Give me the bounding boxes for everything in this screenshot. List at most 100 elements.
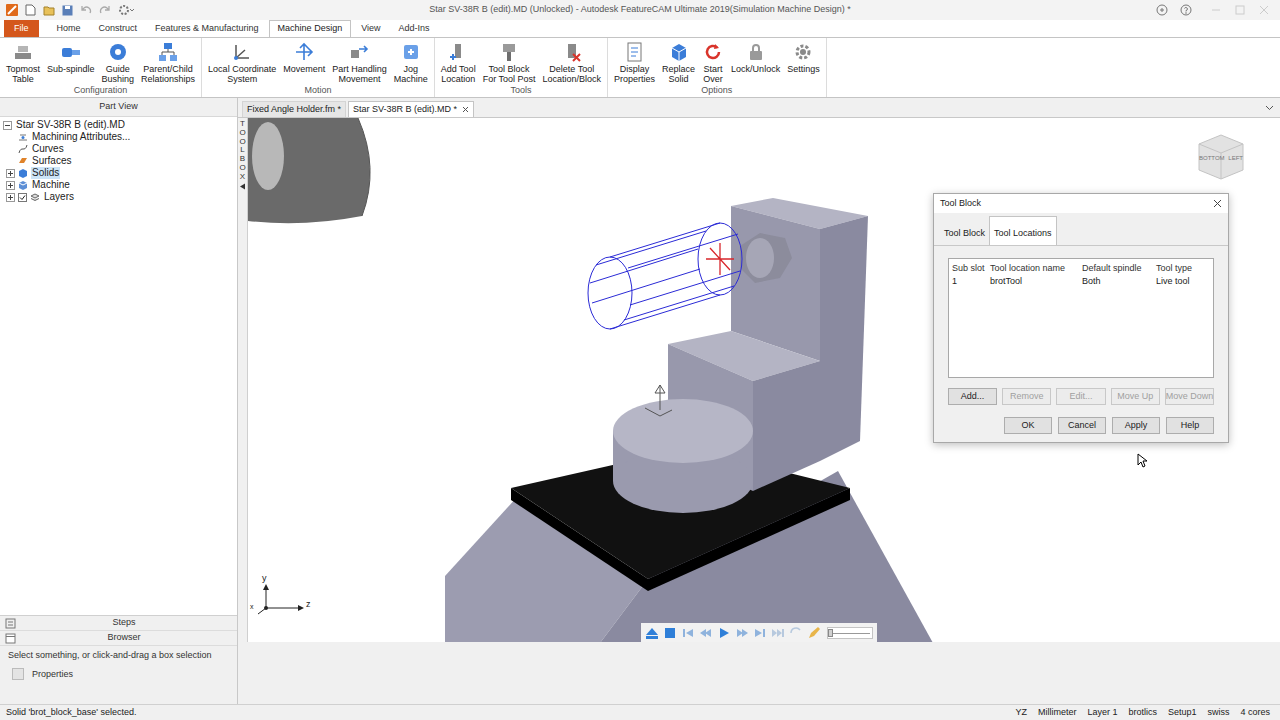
ribbon-button-label[interactable]: Table: [12, 74, 34, 84]
dialog-button[interactable]: Help: [1166, 417, 1214, 434]
ribbon-tab-face[interactable]: Add-Ins: [391, 20, 438, 37]
ribbon-tab[interactable]: File: [4, 20, 39, 37]
ribbon-button[interactable]: Parent/ChildRelationships: [138, 41, 198, 84]
redo-icon[interactable]: [99, 5, 111, 15]
view-cube[interactable]: BOTTOMLEFT: [1196, 132, 1246, 182]
ribbon-button-label[interactable]: Movement: [338, 74, 380, 84]
ribbon-tab-face[interactable]: Construct: [91, 20, 146, 37]
panel-switch-label[interactable]: Steps: [16, 616, 232, 630]
bushing-icon[interactable]: [107, 41, 129, 63]
ribbon-button[interactable]: Sub-spindle: [44, 41, 98, 74]
ribbon-button-label[interactable]: Jog: [403, 64, 418, 74]
ribbon-tab-label[interactable]: Features & Manufacturing: [155, 22, 259, 36]
solid-cube-icon[interactable]: [668, 41, 690, 63]
action-button-label[interactable]: Add...: [961, 390, 985, 404]
ribbon-tab[interactable]: Machine Design: [269, 20, 352, 37]
part-handling-icon[interactable]: [348, 41, 370, 63]
dialog-close-icon[interactable]: [1213, 199, 1222, 208]
status-item[interactable]: 4 cores: [1240, 706, 1270, 720]
ribbon-button-label[interactable]: Properties: [614, 74, 655, 84]
table-row[interactable]: 1brotToolBothLive tool: [952, 275, 1210, 288]
table-cell[interactable]: brotTool: [990, 275, 1082, 289]
status-item[interactable]: Setup1: [1168, 706, 1197, 720]
open-folder-icon[interactable]: [43, 5, 55, 16]
ribbon-button[interactable]: Part HandlingMovement: [329, 41, 390, 84]
ribbon-button-label[interactable]: Over: [703, 74, 723, 84]
status-item[interactable]: Layer 1: [1087, 706, 1117, 720]
ribbon-button-label[interactable]: Settings: [787, 64, 820, 74]
ribbon-tab-label[interactable]: Construct: [99, 22, 138, 36]
ribbon-tab-face[interactable]: Home: [49, 20, 89, 37]
ribbon-button-label[interactable]: Delete Tool: [549, 64, 594, 74]
step-back-icon[interactable]: [699, 626, 713, 640]
move-arrows-icon[interactable]: [293, 41, 315, 63]
sync-icon[interactable]: [1156, 4, 1168, 16]
ribbon-button-label[interactable]: Guide: [106, 64, 130, 74]
model-canvas[interactable]: BOTTOMLEFTyzxTool BlockTool BlockTool Lo…: [248, 118, 1280, 642]
skip-back-icon[interactable]: [681, 626, 695, 640]
document-tab[interactable]: Star SV-38R B (edit).MD *: [348, 101, 474, 117]
ribbon-button[interactable]: Tool BlockFor Tool Post: [480, 41, 539, 84]
status-item[interactable]: swiss: [1207, 706, 1229, 720]
ribbon-button[interactable]: Local CoordinateSystem: [205, 41, 279, 84]
skip-end-icon[interactable]: [753, 626, 767, 640]
toolbox-strip[interactable]: TOOLBOX: [238, 118, 248, 642]
slider-thumb[interactable]: [828, 629, 833, 637]
ribbon-tab-label[interactable]: Add-Ins: [399, 22, 430, 36]
ribbon-button-label[interactable]: Movement: [283, 64, 325, 74]
maximize-icon[interactable]: [1234, 4, 1246, 16]
action-button-label[interactable]: Move Up: [1117, 390, 1153, 404]
step-forward-icon[interactable]: [735, 626, 749, 640]
ribbon-tab-label[interactable]: Machine Design: [278, 22, 343, 36]
ribbon-button-label[interactable]: Lock/Unlock: [731, 64, 780, 74]
dialog-button-label[interactable]: OK: [1021, 419, 1034, 433]
dialog-button[interactable]: Cancel: [1058, 417, 1106, 434]
delete-tool-icon[interactable]: [561, 41, 583, 63]
panel-switch-label[interactable]: Browser: [16, 631, 232, 645]
table-cell[interactable]: 1: [952, 275, 990, 289]
table-icon[interactable]: [12, 41, 34, 63]
ribbon-button[interactable]: TopmostTable: [3, 41, 43, 84]
panel-switch[interactable]: Browser: [0, 631, 237, 646]
tree-item-label[interactable]: Curves: [31, 143, 65, 155]
ribbon-tab[interactable]: Features & Manufacturing: [147, 20, 267, 37]
ribbon-button[interactable]: GuideBushing: [99, 41, 138, 84]
ribbon-button-label[interactable]: Display: [620, 64, 650, 74]
dialog-button-label[interactable]: Apply: [1125, 419, 1148, 433]
status-item[interactable]: YZ: [1015, 706, 1027, 720]
ribbon-button-label[interactable]: Replace: [662, 64, 695, 74]
column-header[interactable]: Tool type: [1156, 262, 1210, 276]
ribbon-button[interactable]: Settings: [784, 41, 823, 74]
ribbon-button[interactable]: ReplaceSolid: [659, 41, 698, 84]
expand-icon[interactable]: [6, 169, 15, 178]
tree-item-label[interactable]: Surfaces: [31, 155, 72, 167]
coordinate-system-icon[interactable]: [231, 41, 253, 63]
ribbon-button-label[interactable]: Add Tool: [441, 64, 476, 74]
ribbon-tab-label[interactable]: View: [361, 22, 380, 36]
spindle-icon[interactable]: [60, 41, 82, 63]
ribbon-button[interactable]: Add ToolLocation: [438, 41, 479, 84]
ribbon-button-label[interactable]: Bushing: [102, 74, 135, 84]
ribbon-button-label[interactable]: Solid: [669, 74, 689, 84]
restart-icon[interactable]: [702, 41, 724, 63]
tree-item[interactable]: Layers: [3, 191, 237, 203]
ribbon-button[interactable]: StartOver: [699, 41, 727, 84]
playback-slider[interactable]: [827, 627, 873, 639]
ribbon-button-label[interactable]: Tool Block: [489, 64, 530, 74]
ribbon-tab-label[interactable]: Home: [57, 22, 81, 36]
action-button[interactable]: Add...: [948, 388, 997, 405]
ribbon-button-label[interactable]: Part Handling: [332, 64, 387, 74]
document-tab[interactable]: Fixed Angle Holder.fm *: [242, 101, 346, 117]
undo-icon[interactable]: [80, 5, 92, 15]
ribbon-tab[interactable]: Add-Ins: [391, 20, 438, 37]
action-button-label[interactable]: Move Down: [1166, 390, 1214, 404]
ribbon-tab-face[interactable]: Features & Manufacturing: [147, 20, 267, 37]
action-button[interactable]: Edit...: [1056, 388, 1105, 405]
tree-item-label[interactable]: Machining Attributes...: [31, 131, 131, 143]
dialog-tab[interactable]: Tool Block: [940, 217, 989, 245]
tree-item[interactable]: Surfaces: [3, 155, 237, 167]
ribbon-button-label[interactable]: Local Coordinate: [208, 64, 276, 74]
action-button-label[interactable]: Remove: [1010, 390, 1044, 404]
ribbon-tab-face[interactable]: View: [353, 20, 388, 37]
action-button[interactable]: Remove: [1002, 388, 1051, 405]
